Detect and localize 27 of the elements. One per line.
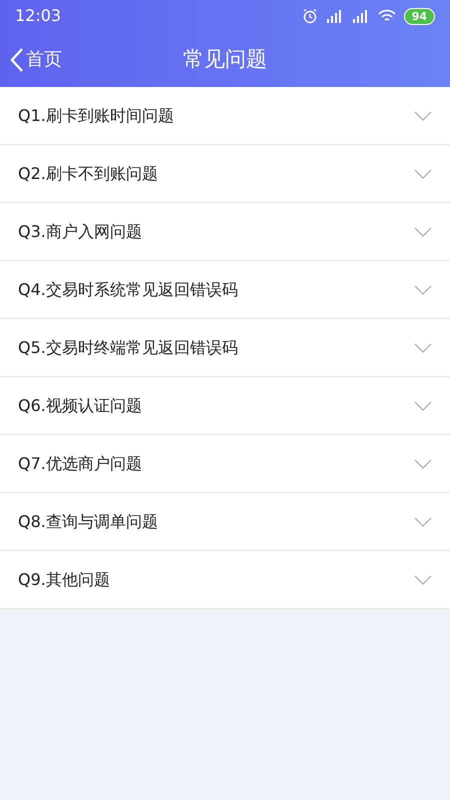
page-title: 常见问题 (183, 46, 267, 73)
status-time: 12:03 (15, 5, 62, 27)
faq-question: Q4.交易时系统常见返回错误码 (18, 278, 238, 300)
faq-question: Q5.交易时终端常见返回错误码 (18, 336, 238, 358)
faq-question: Q1.刷卡到账时间问题 (18, 104, 174, 126)
chevron-icon (414, 516, 432, 526)
alarm-icon (302, 8, 318, 24)
chevron-icon (414, 284, 432, 294)
wifi-icon (378, 9, 396, 23)
chevron-icon (414, 168, 432, 178)
chevron-icon (414, 574, 432, 584)
faq-question: Q8.查询与调单问题 (18, 510, 158, 532)
faq-question: Q2.刷卡不到账问题 (18, 162, 158, 184)
faq-question: Q7.优选商户问题 (18, 452, 142, 474)
signal-icon (352, 9, 370, 23)
back-icon (10, 46, 24, 72)
chevron-icon (414, 400, 432, 410)
back-button[interactable]: 首页 (0, 46, 62, 73)
chevron-icon (414, 342, 432, 352)
chevron-icon (414, 110, 432, 120)
faq-question: Q3.商户入网问题 (18, 220, 142, 242)
chevron-icon (414, 458, 432, 468)
faq-question: Q9.其他问题 (18, 568, 110, 590)
faq-question: Q6.视频认证问题 (18, 394, 142, 416)
signal-icon (326, 9, 344, 23)
battery-indicator: 94 (404, 8, 435, 24)
chevron-icon (414, 226, 432, 236)
